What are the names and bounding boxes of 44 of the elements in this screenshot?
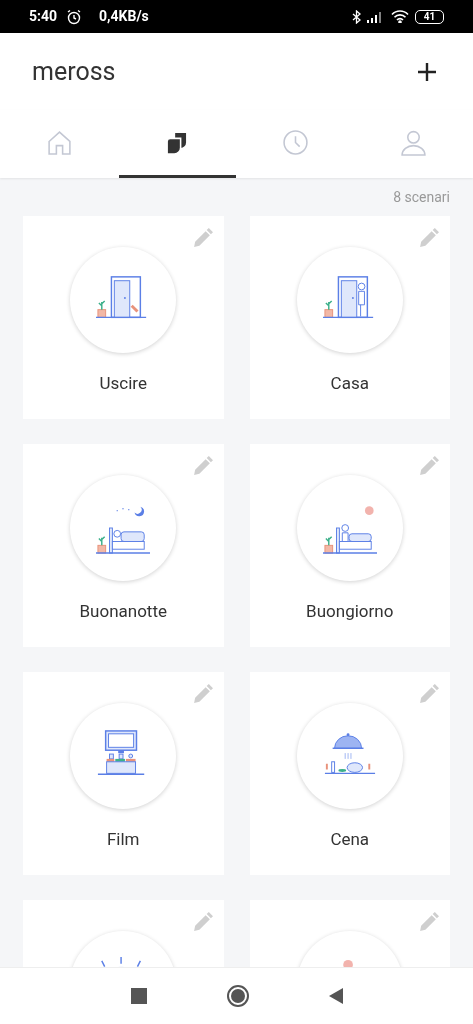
scene-card[interactable]: Uscire xyxy=(23,216,224,419)
pencil-icon[interactable] xyxy=(191,228,213,249)
scene-label: Buonanotte xyxy=(79,600,167,623)
bed-moon-illustration xyxy=(96,506,151,554)
app-title: meross xyxy=(32,55,116,88)
scene-label: Cena xyxy=(330,828,370,851)
scene-card[interactable]: Casa xyxy=(249,216,450,419)
back-triangle-icon xyxy=(328,988,343,1004)
pencil-icon[interactable] xyxy=(191,684,213,705)
bluetooth-icon xyxy=(352,9,361,24)
scene-label: Film xyxy=(106,828,140,851)
home-button[interactable] xyxy=(226,985,249,1007)
scene-card[interactable]: Buonanotte xyxy=(23,444,224,647)
home-icon xyxy=(45,129,73,156)
network-speed: 0,4KB/s xyxy=(99,7,149,26)
scene-label: Uscire xyxy=(99,372,147,395)
door-illustration xyxy=(96,276,148,319)
scene-card[interactable]: Cena xyxy=(249,672,450,875)
user-icon xyxy=(400,129,428,156)
scene-card[interactable]: Film xyxy=(23,672,224,875)
bed-sun-illustration xyxy=(322,506,377,554)
tv-sofa-illustration xyxy=(97,730,146,776)
back-button[interactable] xyxy=(328,988,343,1004)
food-dome-illustration xyxy=(323,733,376,775)
recents-button[interactable] xyxy=(130,988,147,1004)
signal-icon xyxy=(367,10,384,23)
clock-icon xyxy=(282,129,310,156)
door-person-illustration xyxy=(322,276,374,319)
scene-label: Casa xyxy=(330,372,369,395)
wifi-icon xyxy=(391,10,409,23)
pencil-icon[interactable] xyxy=(418,228,439,249)
plus-icon xyxy=(417,61,437,82)
scene-count: 8 scenari xyxy=(393,189,450,206)
battery-indicator: 41 xyxy=(415,9,444,24)
status-time: 5:40 xyxy=(29,7,58,26)
pencil-icon[interactable] xyxy=(418,912,439,933)
pencil-icon[interactable] xyxy=(191,456,213,477)
scene-card[interactable]: Buongiorno xyxy=(249,444,450,647)
sun-illustration xyxy=(343,959,353,967)
pencil-icon[interactable] xyxy=(418,684,439,705)
pencil-icon[interactable] xyxy=(191,912,213,933)
alarm-clock-icon xyxy=(66,8,83,25)
pencil-icon[interactable] xyxy=(418,456,439,477)
scene-label: Buongiorno xyxy=(306,600,394,623)
